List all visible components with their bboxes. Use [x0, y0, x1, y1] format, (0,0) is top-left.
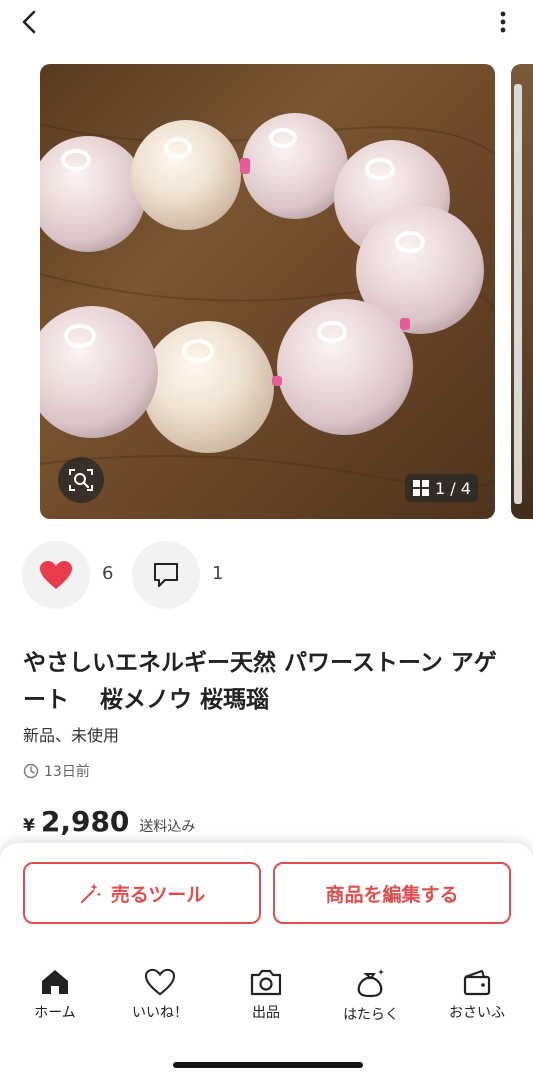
currency-symbol: ¥	[23, 816, 35, 836]
posted-time: 13日前	[23, 761, 90, 781]
sell-tool-button[interactable]: 売るツール	[23, 862, 261, 924]
tab-likes[interactable]: いいね！	[115, 968, 205, 1022]
tab-wallet-label: おさいふ	[449, 1005, 505, 1021]
bottom-panel: 売るツール 商品を編集する ホーム いいね！ 出品 はたらく おさいふ	[0, 843, 533, 1080]
camera-icon	[250, 969, 282, 996]
sell-tool-label: 売るツール	[110, 883, 206, 906]
next-photo-preview[interactable]	[511, 64, 533, 519]
magic-wand-icon	[80, 883, 101, 904]
beads-photo-illustration	[40, 113, 495, 488]
like-button[interactable]	[22, 541, 90, 609]
tab-work-label: はたらく	[343, 1007, 399, 1023]
tab-home[interactable]: ホーム	[10, 968, 100, 1022]
edit-item-button[interactable]: 商品を編集する	[273, 862, 511, 924]
like-count: 6	[102, 563, 114, 584]
photo-counter[interactable]: 1 / 4	[405, 474, 478, 502]
grid-icon	[413, 480, 430, 496]
shipping-label: 送料込み	[139, 819, 196, 835]
wallet-icon	[463, 970, 491, 996]
chevron-left-icon	[22, 10, 36, 34]
back-button[interactable]	[14, 6, 46, 38]
image-search-icon	[69, 469, 93, 491]
bag-sparkle-icon	[357, 969, 384, 998]
comment-icon	[154, 563, 178, 587]
zoom-search-button[interactable]	[58, 457, 104, 503]
home-indicator	[173, 1062, 363, 1068]
tab-sell-label: 出品	[252, 1005, 280, 1021]
home-icon	[42, 970, 68, 994]
item-price: 2,980	[40, 805, 130, 838]
more-options-button[interactable]	[493, 8, 513, 36]
more-vertical-icon	[500, 11, 506, 33]
tab-wallet[interactable]: おさいふ	[432, 968, 522, 1022]
tab-home-label: ホーム	[34, 1005, 76, 1021]
tab-likes-label: いいね！	[132, 1005, 188, 1021]
comment-count: 1	[212, 563, 224, 584]
top-bar	[0, 0, 533, 50]
heart-filled-icon	[40, 561, 72, 589]
heart-outline-icon	[144, 968, 176, 996]
price-row: ¥ 2,980 送料込み	[23, 805, 195, 838]
item-condition: 新品、未使用	[23, 726, 120, 745]
edit-item-label: 商品を編集する	[325, 883, 459, 906]
clock-icon	[23, 763, 39, 779]
tab-bar: ホーム いいね！ 出品 はたらく おさいふ	[0, 968, 533, 1038]
product-photo[interactable]	[40, 64, 495, 519]
posted-time-text: 13日前	[44, 764, 90, 780]
comment-button[interactable]	[132, 541, 200, 609]
engagement-row: 6 1	[22, 541, 512, 609]
item-title: やさしいエネルギー天然 パワーストーン アゲート 桜メノウ 桜瑪瑙	[23, 650, 497, 713]
tab-sell[interactable]: 出品	[221, 968, 311, 1022]
tab-work[interactable]: はたらく	[326, 968, 416, 1024]
photo-counter-text: 1 / 4	[435, 478, 471, 498]
photo-carousel[interactable]	[0, 64, 533, 520]
